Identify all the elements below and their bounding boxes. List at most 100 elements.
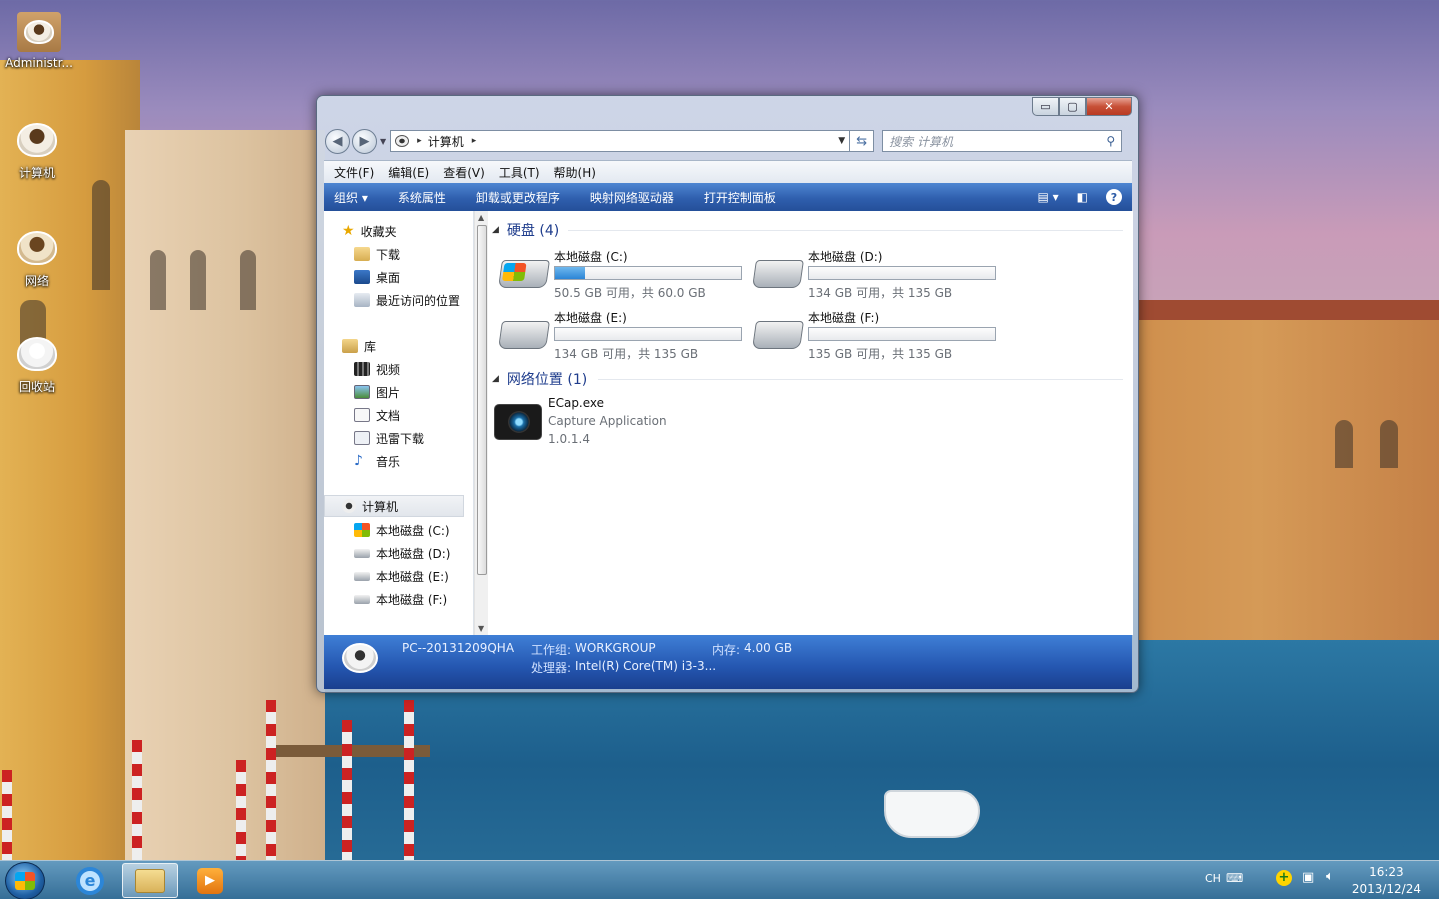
nav-drive-d[interactable]: 本地磁盘 (D:) (354, 543, 450, 563)
desktop-icon-administrator[interactable]: Administr... (2, 10, 76, 70)
nav-drive-e[interactable]: 本地磁盘 (E:) (354, 566, 449, 586)
close-button[interactable]: ✕ (1086, 97, 1132, 116)
desktop-icon (354, 270, 370, 284)
scroll-thumb[interactable] (477, 225, 487, 575)
drive-usage-bar (554, 327, 742, 341)
nav-libraries[interactable]: 库 (342, 336, 376, 356)
breadcrumb-separator[interactable]: ▸ (417, 136, 422, 146)
desktop-icon-network[interactable]: 网络 (0, 226, 74, 289)
nav-drive-f[interactable]: 本地磁盘 (F:) (354, 589, 447, 609)
nav-recent-places[interactable]: 最近访问的位置 (354, 290, 460, 310)
nav-thunder-downloads[interactable]: 迅雷下载 (354, 428, 424, 448)
star-icon: ★ (342, 223, 355, 239)
change-view-icon[interactable]: ▤ ▾ (1037, 190, 1058, 204)
search-icon[interactable]: ⚲ (1106, 134, 1115, 148)
wallpaper-boat (884, 790, 980, 838)
collapse-triangle-icon[interactable]: ◢ (492, 225, 499, 235)
nav-label: 图片 (376, 385, 401, 400)
drive-free-space: 134 GB 可用，共 135 GB (554, 347, 699, 361)
explorer-window[interactable]: ▭ ▢ ✕ ◀ ▶ ▼ ▸ 计算机 ▸ ▼ ⇆ 搜索 计算机 ⚲ 文件(F) 编… (316, 95, 1139, 693)
recent-pages-dropdown[interactable]: ▼ (380, 137, 386, 146)
preview-pane-icon[interactable]: ◧ (1077, 190, 1088, 204)
network-item-ecap[interactable]: ECap.exe Capture Application 1.0.1.4 (494, 396, 754, 456)
desktop-icon-recycle-bin[interactable]: 回收站 (0, 332, 74, 395)
nav-drive-c[interactable]: 本地磁盘 (C:) (354, 520, 450, 540)
group-header-drives[interactable]: ◢ 硬盘 (4) (492, 220, 559, 240)
group-header-network[interactable]: ◢ 网络位置 (1) (492, 369, 587, 389)
documents-icon (354, 408, 370, 422)
nav-documents[interactable]: 文档 (354, 405, 400, 425)
uninstall-program-button[interactable]: 卸载或更改程序 (476, 189, 560, 206)
address-bar[interactable]: ▸ 计算机 ▸ ▼ (390, 130, 851, 152)
nav-pictures[interactable]: 图片 (354, 382, 400, 402)
back-arrow-icon: ◀ (332, 133, 343, 149)
drive-item-e[interactable]: 本地磁盘 (E:) 134 GB 可用，共 135 GB (498, 309, 750, 365)
help-button[interactable]: ? (1106, 189, 1122, 205)
taskbar-windows-explorer[interactable] (122, 863, 178, 898)
volume-icon[interactable]: 🔈︎ (1326, 869, 1334, 884)
nav-videos[interactable]: 视频 (354, 359, 400, 379)
search-input[interactable]: 搜索 计算机 ⚲ (882, 130, 1123, 152)
menu-tools[interactable]: 工具(T) (499, 164, 540, 181)
menu-edit[interactable]: 编辑(E) (388, 164, 429, 181)
clock-time: 16:23 (1369, 865, 1404, 879)
folder-icon (135, 868, 165, 893)
start-button[interactable] (5, 862, 45, 899)
language-indicator[interactable]: CH (1205, 872, 1221, 885)
wallpaper-pole (2, 770, 12, 860)
nav-downloads[interactable]: 下载 (354, 244, 400, 264)
recycle-bin-icon (15, 332, 59, 376)
memory-value: 4.00 GB (744, 641, 793, 655)
minimize-button[interactable]: ▭ (1032, 97, 1059, 116)
security-shield-icon[interactable]: + (1276, 870, 1292, 886)
menu-view[interactable]: 查看(V) (443, 164, 485, 181)
drive-free-space: 50.5 GB 可用，共 60.0 GB (554, 286, 706, 300)
wallpaper-pole (266, 700, 276, 860)
taskbar-media-player[interactable]: ▶ (182, 863, 238, 898)
nav-label: 桌面 (376, 270, 401, 285)
wallpaper-pole (342, 720, 352, 860)
nav-label: 最近访问的位置 (376, 293, 461, 308)
map-network-drive-button[interactable]: 映射网络驱动器 (590, 189, 674, 206)
wallpaper-window (1335, 420, 1353, 468)
nav-label: 本地磁盘 (F:) (376, 592, 448, 607)
nav-music[interactable]: ♪ 音乐 (354, 451, 400, 471)
collapse-triangle-icon[interactable]: ◢ (492, 374, 499, 384)
drive-item-f[interactable]: 本地磁盘 (F:) 135 GB 可用，共 135 GB (752, 309, 1004, 365)
menu-file[interactable]: 文件(F) (334, 164, 374, 181)
desktop-icon-computer[interactable]: 计算机 (0, 118, 74, 181)
open-control-panel-button[interactable]: 打开控制面板 (704, 189, 776, 206)
wallpaper-window (150, 250, 166, 310)
breadcrumb-separator[interactable]: ▸ (472, 136, 477, 146)
nav-desktop[interactable]: 桌面 (354, 267, 400, 287)
nav-computer[interactable]: 计算机 (342, 496, 398, 516)
scroll-up-icon[interactable]: ▲ (478, 213, 484, 222)
computer-small-icon (395, 135, 410, 147)
refresh-button[interactable]: ⇆ (850, 130, 875, 152)
nav-pane-scrollbar[interactable]: ▲ ▼ (474, 211, 488, 635)
scroll-down-icon[interactable]: ▼ (478, 624, 484, 633)
organize-button[interactable]: 组织 ▾ (334, 189, 368, 206)
nav-label: 音乐 (376, 454, 401, 469)
system-clock[interactable]: 16:23 2013/12/24 (1352, 864, 1421, 898)
nav-favorites[interactable]: ★ 收藏夹 (342, 221, 397, 241)
nav-label: 收藏夹 (360, 224, 397, 239)
drive-name: 本地磁盘 (D:) (808, 250, 883, 264)
drive-item-d[interactable]: 本地磁盘 (D:) 134 GB 可用，共 135 GB (752, 248, 1004, 304)
drive-item-c[interactable]: 本地磁盘 (C:) 50.5 GB 可用，共 60.0 GB (498, 248, 750, 304)
details-pane: PC--20131209QHA 工作组: WORKGROUP 内存: 4.00 … (324, 635, 1132, 689)
address-dropdown-icon[interactable]: ▼ (838, 136, 845, 146)
forward-button[interactable]: ▶ (352, 128, 377, 154)
nav-label: 文档 (376, 408, 401, 423)
network-status-icon[interactable]: ▣ (1302, 870, 1314, 885)
menu-help[interactable]: 帮助(H) (554, 164, 596, 181)
system-properties-button[interactable]: 系统属性 (398, 189, 446, 206)
back-button[interactable]: ◀ (325, 128, 350, 154)
breadcrumb-computer[interactable]: 计算机 (428, 133, 464, 150)
music-icon: ♪ (354, 453, 363, 469)
media-player-icon: ▶ (197, 867, 223, 894)
keyboard-icon[interactable]: ⌨ (1226, 871, 1243, 885)
computer-icon (342, 499, 356, 513)
taskbar-internet-explorer[interactable]: e (62, 863, 118, 898)
maximize-button[interactable]: ▢ (1059, 97, 1086, 116)
